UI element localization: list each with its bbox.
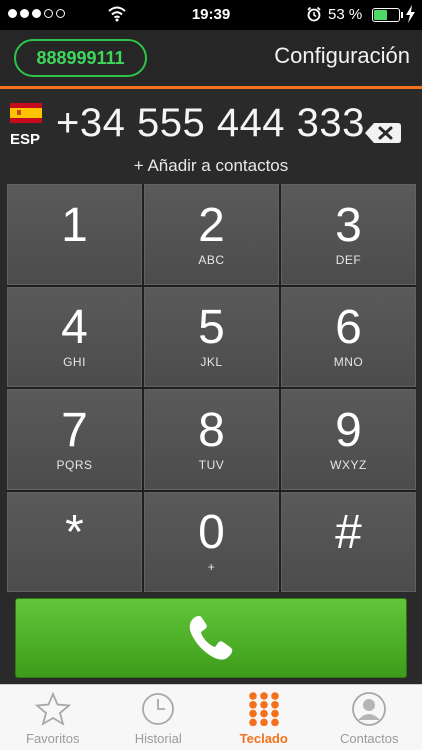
tab-label: Contactos <box>339 731 399 746</box>
keypad-icon <box>244 691 284 727</box>
key-digit: 1 <box>61 198 88 252</box>
tab-label: Historial <box>134 731 182 746</box>
key-letters: MNO <box>333 355 364 370</box>
tab-historial[interactable]: Historial <box>106 685 212 750</box>
contact-icon <box>349 691 389 727</box>
key-digit: 0 <box>198 506 225 560</box>
dial-display: ESP +34 555 444 333 + Añadir a contactos <box>0 89 422 184</box>
keypad-key-8[interactable]: 9 WXYZ <box>281 389 416 490</box>
account-number-button[interactable]: 888999111 <box>14 39 147 77</box>
tab-label: Favoritos <box>26 731 80 746</box>
tab-label: Teclado <box>239 731 288 746</box>
keypad-key-1[interactable]: 2 ABC <box>144 184 279 285</box>
key-digit: 2 <box>198 198 225 252</box>
key-digit: 3 <box>335 198 362 252</box>
call-button[interactable] <box>15 598 407 678</box>
backspace-icon[interactable] <box>364 122 402 144</box>
key-digit: # <box>335 506 362 560</box>
key-digit: 6 <box>335 301 362 355</box>
key-letters: GHI <box>63 355 86 370</box>
charging-bolt-icon <box>406 5 415 23</box>
key-digit: 4 <box>61 301 88 355</box>
country-code[interactable]: ESP <box>10 131 40 148</box>
key-letters: PQRS <box>56 457 93 472</box>
spain-flag-icon[interactable] <box>10 103 42 123</box>
tab-contactos[interactable]: Contactos <box>317 685 422 750</box>
keypad-key-3[interactable]: 4 GHI <box>7 286 142 387</box>
key-digit: * <box>65 506 84 560</box>
key-digit: 7 <box>61 403 88 457</box>
phone-icon <box>189 616 233 660</box>
keypad-key-10[interactable]: 0 + <box>144 491 279 592</box>
key-letters: JKL <box>200 355 223 370</box>
star-icon <box>33 691 73 727</box>
clock-icon <box>138 691 178 727</box>
keypad-key-11[interactable]: # <box>281 491 416 592</box>
battery-cap <box>401 12 403 18</box>
keypad-key-5[interactable]: 6 MNO <box>281 286 416 387</box>
key-letters: DEF <box>335 252 362 267</box>
settings-button[interactable]: Configuración <box>274 43 410 69</box>
battery-percent: 53 % <box>328 6 363 23</box>
tab-favoritos[interactable]: Favoritos <box>0 685 106 750</box>
key-letters: ABC <box>198 252 225 267</box>
status-bar: 19:39 53 % <box>0 0 422 30</box>
keypad-key-6[interactable]: 7 PQRS <box>7 389 142 490</box>
key-letters: + <box>207 560 216 575</box>
key-letters: TUV <box>198 457 225 472</box>
tab-bar: Favoritos Historial Teclado Contactos <box>0 684 422 750</box>
add-to-contacts-link[interactable]: + Añadir a contactos <box>0 156 422 176</box>
keypad-key-4[interactable]: 5 JKL <box>144 286 279 387</box>
keypad-key-9[interactable]: * <box>7 491 142 592</box>
battery-icon <box>372 8 400 22</box>
keypad-key-2[interactable]: 3 DEF <box>281 184 416 285</box>
key-digit: 9 <box>335 403 362 457</box>
key-digit: 8 <box>198 403 225 457</box>
alarm-icon <box>307 6 321 22</box>
key-digit: 5 <box>198 301 225 355</box>
app-header: 888999111 Configuración <box>0 30 422 86</box>
key-letters: WXYZ <box>330 457 367 472</box>
keypad: 1 2 ABC 3 DEF 4 GHI 5 JKL 6 MNO 7 PQRS 8 TUV 9 WXYZ * 0 + # <box>7 184 416 592</box>
keypad-key-0[interactable]: 1 <box>7 184 142 285</box>
dialed-number: +34 555 444 333 <box>56 101 365 145</box>
tab-teclado[interactable]: Teclado <box>211 685 317 750</box>
keypad-key-7[interactable]: 8 TUV <box>144 389 279 490</box>
